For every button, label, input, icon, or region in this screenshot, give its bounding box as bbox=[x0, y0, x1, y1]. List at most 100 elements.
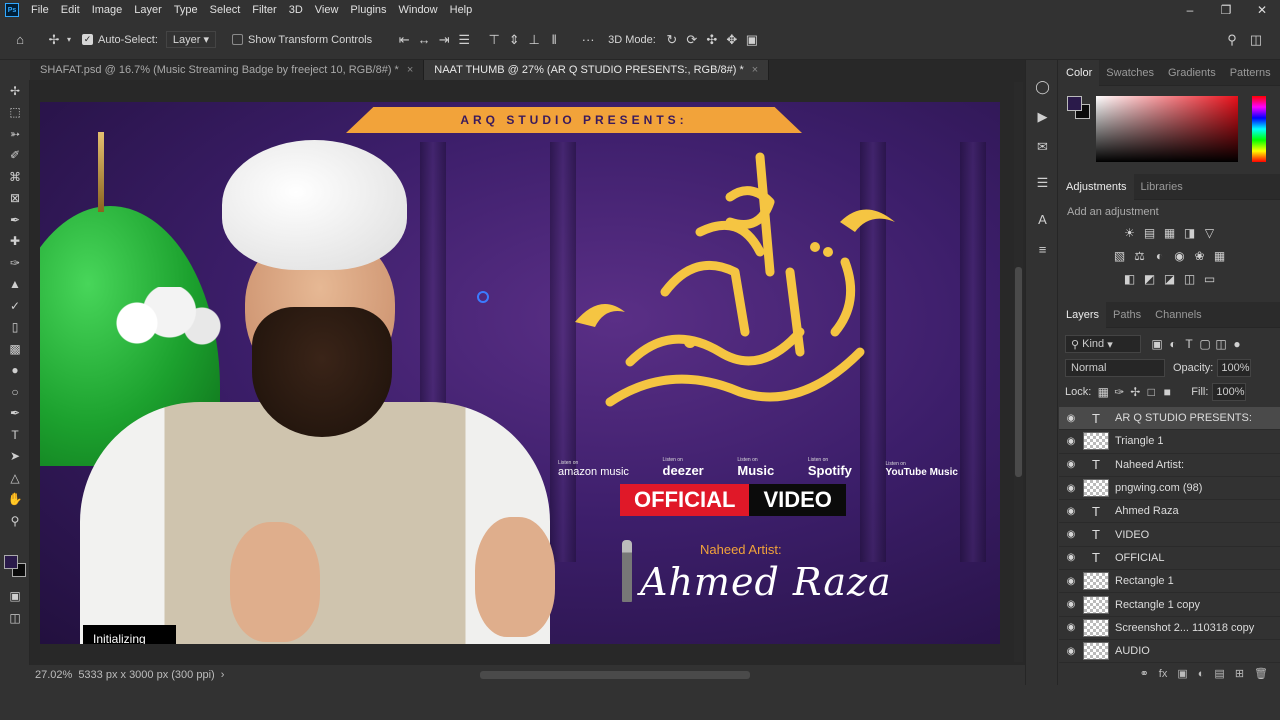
visibility-eye-icon[interactable]: ◉ bbox=[1059, 529, 1083, 540]
camera-3d-icon[interactable]: ▣ bbox=[742, 30, 762, 50]
home-icon[interactable]: ⌂ bbox=[10, 30, 30, 50]
lock-transparency-icon[interactable]: ▦ bbox=[1095, 384, 1111, 400]
tab-naat-thumb[interactable]: NAAT THUMB @ 27% (AR Q STUDIO PRESENTS:,… bbox=[424, 60, 770, 80]
filter-toggle-icon[interactable]: ● bbox=[1229, 336, 1245, 352]
minimize-icon[interactable]: – bbox=[1172, 0, 1208, 20]
opacity-input[interactable]: 100% bbox=[1217, 359, 1252, 377]
layer-row[interactable]: ◉ Triangle 1 bbox=[1059, 430, 1280, 454]
visibility-eye-icon[interactable]: ◉ bbox=[1059, 459, 1083, 470]
menu-view[interactable]: View bbox=[309, 4, 345, 16]
menu-edit[interactable]: Edit bbox=[55, 4, 86, 16]
kind-filter-dropdown[interactable]: ⚲ Kind ▾ bbox=[1065, 335, 1141, 353]
visibility-eye-icon[interactable]: ◉ bbox=[1059, 646, 1083, 657]
orbit-3d-icon[interactable]: ↻ bbox=[662, 30, 682, 50]
lock-pixels-icon[interactable]: ✑ bbox=[1111, 384, 1127, 400]
chevron-right-icon[interactable]: › bbox=[221, 669, 225, 681]
foreground-background-colors[interactable] bbox=[4, 555, 28, 579]
marquee-tool-icon[interactable]: ⬚ bbox=[0, 102, 30, 124]
filter-smart-icon[interactable]: ◫ bbox=[1213, 336, 1229, 352]
canvas-area[interactable]: ARQ STUDIO PRESENTS: Listen on amazon mu… bbox=[30, 80, 1025, 665]
invert-icon[interactable]: ◧ bbox=[1122, 271, 1138, 287]
quick-mask-icon[interactable]: ▣ bbox=[0, 585, 30, 607]
type-tool-icon[interactable]: T bbox=[0, 424, 30, 446]
path-select-tool-icon[interactable]: ➤ bbox=[0, 446, 30, 468]
visibility-eye-icon[interactable]: ◉ bbox=[1059, 506, 1083, 517]
history-icon[interactable]: ◯ bbox=[1026, 72, 1059, 102]
menu-file[interactable]: File bbox=[25, 4, 55, 16]
fill-input[interactable]: 100% bbox=[1212, 383, 1247, 401]
tab-shafat[interactable]: SHAFAT.psd @ 16.7% (Music Streaming Badg… bbox=[30, 60, 425, 80]
tab-adjustments[interactable]: Adjustments bbox=[1059, 173, 1134, 200]
tab-channels[interactable]: Channels bbox=[1148, 302, 1208, 328]
vibrance-icon[interactable]: ▽ bbox=[1202, 225, 1218, 241]
align-top-icon[interactable]: ⊤ bbox=[484, 30, 504, 50]
more-options-icon[interactable]: ··· bbox=[578, 30, 598, 50]
foreground-color-swatch[interactable] bbox=[4, 555, 18, 569]
posterize-icon[interactable]: ◩ bbox=[1142, 271, 1158, 287]
color-balance-icon[interactable]: ⚖ bbox=[1132, 248, 1148, 264]
tab-layers[interactable]: Layers bbox=[1059, 301, 1107, 328]
layer-row[interactable]: ◉ T Naheed Artist: bbox=[1059, 454, 1280, 477]
artboard[interactable]: ARQ STUDIO PRESENTS: Listen on amazon mu… bbox=[40, 102, 1000, 644]
auto-select-dropdown[interactable]: Layer ▾ bbox=[165, 31, 217, 48]
lasso-tool-icon[interactable]: ➳ bbox=[0, 123, 30, 145]
dodge-tool-icon[interactable]: ○ bbox=[0, 381, 30, 403]
lock-all-icon[interactable]: ■ bbox=[1159, 384, 1175, 400]
artist-label[interactable]: Naheed Artist: bbox=[700, 542, 782, 557]
distribute-icon[interactable]: ☰ bbox=[454, 30, 474, 50]
selective-color-icon[interactable]: ◫ bbox=[1182, 271, 1198, 287]
menu-help[interactable]: Help bbox=[444, 4, 479, 16]
align-center-icon[interactable]: ↔ bbox=[414, 30, 434, 50]
layer-row[interactable]: ◉ T VIDEO bbox=[1059, 523, 1280, 547]
horizontal-scrollbar[interactable] bbox=[480, 671, 750, 679]
tab-gradients[interactable]: Gradients bbox=[1161, 60, 1223, 86]
menu-image[interactable]: Image bbox=[86, 4, 129, 16]
menu-type[interactable]: Type bbox=[168, 4, 204, 16]
slide-3d-icon[interactable]: ✥ bbox=[722, 30, 742, 50]
roll-3d-icon[interactable]: ⟳ bbox=[682, 30, 702, 50]
levels-icon[interactable]: ▤ bbox=[1142, 225, 1158, 241]
hue-slider[interactable] bbox=[1252, 96, 1266, 162]
align-left-icon[interactable]: ⇤ bbox=[394, 30, 414, 50]
visibility-eye-icon[interactable]: ◉ bbox=[1059, 552, 1083, 563]
tab-swatches[interactable]: Swatches bbox=[1099, 60, 1161, 86]
menu-select[interactable]: Select bbox=[204, 4, 247, 16]
shape-tool-icon[interactable]: △ bbox=[0, 467, 30, 489]
close-tab-icon[interactable]: × bbox=[752, 64, 758, 76]
eyedropper-tool-icon[interactable]: ✒ bbox=[0, 209, 30, 231]
filter-adjustment-icon[interactable]: ◐ bbox=[1165, 336, 1181, 352]
history-brush-tool-icon[interactable]: ✓ bbox=[0, 295, 30, 317]
presents-banner[interactable]: ARQ STUDIO PRESENTS: bbox=[346, 107, 802, 133]
layer-row[interactable]: ◉ T OFFICIAL bbox=[1059, 547, 1280, 571]
channel-mixer-icon[interactable]: ❀ bbox=[1192, 248, 1208, 264]
clone-stamp-tool-icon[interactable]: ▲ bbox=[0, 274, 30, 296]
layer-style-icon[interactable]: fx bbox=[1159, 668, 1168, 680]
pen-tool-icon[interactable]: ✒ bbox=[0, 403, 30, 425]
black-white-icon[interactable]: ◐ bbox=[1152, 248, 1168, 264]
close-icon[interactable]: ✕ bbox=[1244, 0, 1280, 20]
visibility-eye-icon[interactable]: ◉ bbox=[1059, 599, 1083, 610]
show-transform-toggle[interactable]: Show Transform Controls bbox=[232, 34, 372, 46]
eraser-tool-icon[interactable]: ▯ bbox=[0, 317, 30, 339]
pan-3d-icon[interactable]: ✣ bbox=[702, 30, 722, 50]
new-adjustment-icon[interactable]: ◐ bbox=[1198, 668, 1205, 680]
hue-saturation-icon[interactable]: ▧ bbox=[1112, 248, 1128, 264]
layer-row[interactable]: ◉ Rectangle 1 bbox=[1059, 570, 1280, 594]
actions-icon[interactable]: ▶ bbox=[1026, 102, 1059, 132]
frame-tool-icon[interactable]: ⊠ bbox=[0, 188, 30, 210]
filter-pixel-icon[interactable]: ▣ bbox=[1149, 336, 1165, 352]
gradient-tool-icon[interactable]: ▩ bbox=[0, 338, 30, 360]
zoom-level[interactable]: 27.02% bbox=[35, 669, 72, 681]
layer-row[interactable]: ◉ T Ahmed Raza bbox=[1059, 500, 1280, 524]
tab-paths[interactable]: Paths bbox=[1106, 302, 1148, 328]
brush-tool-icon[interactable]: ✑ bbox=[0, 252, 30, 274]
color-lookup-icon[interactable]: ▦ bbox=[1212, 248, 1228, 264]
visibility-eye-icon[interactable]: ◉ bbox=[1059, 436, 1083, 447]
checkbox-icon[interactable] bbox=[232, 34, 244, 45]
close-tab-icon[interactable]: × bbox=[407, 64, 413, 76]
exposure-icon[interactable]: ◨ bbox=[1182, 225, 1198, 241]
properties-icon[interactable]: ☰ bbox=[1026, 168, 1059, 198]
gradient-map-icon[interactable]: ▭ bbox=[1202, 271, 1218, 287]
vertical-scrollbar[interactable] bbox=[1014, 82, 1023, 662]
menu-window[interactable]: Window bbox=[393, 4, 444, 16]
